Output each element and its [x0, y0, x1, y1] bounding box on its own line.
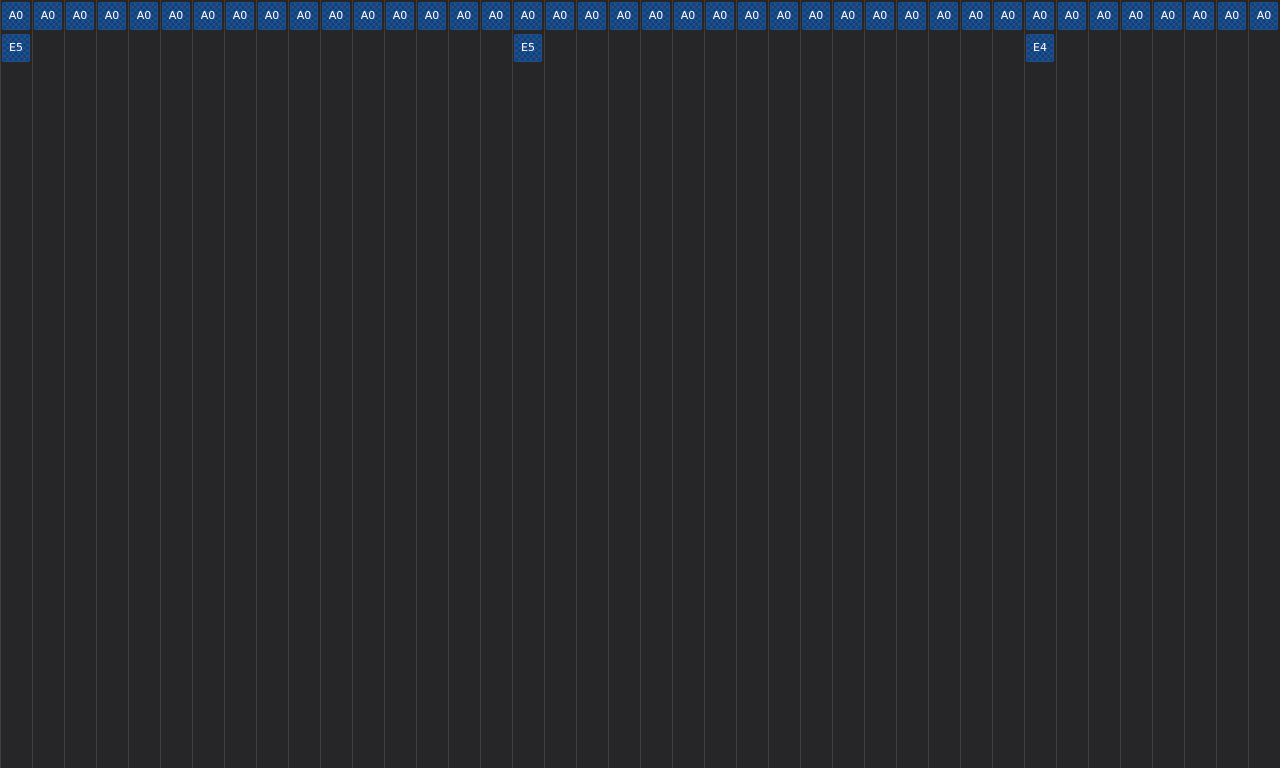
step-cell-row1-col16[interactable]: A0	[482, 2, 510, 30]
step-cell-row1-col1[interactable]: A0	[2, 2, 30, 30]
step-cell-row1-col31[interactable]: A0	[962, 2, 990, 30]
step-cell-row1-col17[interactable]: A0	[514, 2, 542, 30]
step-cell-row1-col33[interactable]: A0	[1026, 2, 1054, 30]
step-cell-row1-col6[interactable]: A0	[162, 2, 190, 30]
step-cell-row1-col37[interactable]: A0	[1154, 2, 1182, 30]
step-cell-row2-col17[interactable]: E5	[514, 34, 542, 62]
step-cell-row1-col22[interactable]: A0	[674, 2, 702, 30]
step-cell-row2-col33[interactable]: E4	[1026, 34, 1054, 62]
step-cell-row1-col36[interactable]: A0	[1122, 2, 1150, 30]
step-cell-row1-col5[interactable]: A0	[130, 2, 158, 30]
step-cell-row1-col7[interactable]: A0	[194, 2, 222, 30]
step-cell-row1-col20[interactable]: A0	[610, 2, 638, 30]
step-cell-row1-col8[interactable]: A0	[226, 2, 254, 30]
step-cell-row1-col29[interactable]: A0	[898, 2, 926, 30]
step-cell-row1-col4[interactable]: A0	[98, 2, 126, 30]
step-cell-row1-col19[interactable]: A0	[578, 2, 606, 30]
step-cell-row1-col2[interactable]: A0	[34, 2, 62, 30]
step-cell-row1-col11[interactable]: A0	[322, 2, 350, 30]
step-cell-row1-col34[interactable]: A0	[1058, 2, 1086, 30]
step-cell-row1-col40[interactable]: A0	[1250, 2, 1278, 30]
step-cell-row1-col35[interactable]: A0	[1090, 2, 1118, 30]
step-cell-row1-col28[interactable]: A0	[866, 2, 894, 30]
step-cell-row1-col3[interactable]: A0	[66, 2, 94, 30]
step-cell-row1-col9[interactable]: A0	[258, 2, 286, 30]
step-cell-row1-col27[interactable]: A0	[834, 2, 862, 30]
step-cell-row1-col24[interactable]: A0	[738, 2, 766, 30]
step-cell-row1-col30[interactable]: A0	[930, 2, 958, 30]
step-cell-row1-col38[interactable]: A0	[1186, 2, 1214, 30]
step-cell-row2-col1[interactable]: E5	[2, 34, 30, 62]
step-cell-row1-col39[interactable]: A0	[1218, 2, 1246, 30]
step-cell-row1-col26[interactable]: A0	[802, 2, 830, 30]
step-cell-row1-col32[interactable]: A0	[994, 2, 1022, 30]
step-cell-row1-col13[interactable]: A0	[386, 2, 414, 30]
step-cell-row1-col15[interactable]: A0	[450, 2, 478, 30]
step-cell-row1-col14[interactable]: A0	[418, 2, 446, 30]
step-cell-row1-col25[interactable]: A0	[770, 2, 798, 30]
step-cell-row1-col12[interactable]: A0	[354, 2, 382, 30]
step-cell-row1-col21[interactable]: A0	[642, 2, 670, 30]
step-cell-row1-col23[interactable]: A0	[706, 2, 734, 30]
step-cell-row1-col18[interactable]: A0	[546, 2, 574, 30]
sequencer-grid: A0 A0 A0 A0 A0 A0 A0 A0 A0 A0 A0 A0 A0 A0 A0 A0 A0 A0 A0 A0…	[0, 0, 1280, 768]
step-cell-row1-col10[interactable]: A0	[290, 2, 318, 30]
